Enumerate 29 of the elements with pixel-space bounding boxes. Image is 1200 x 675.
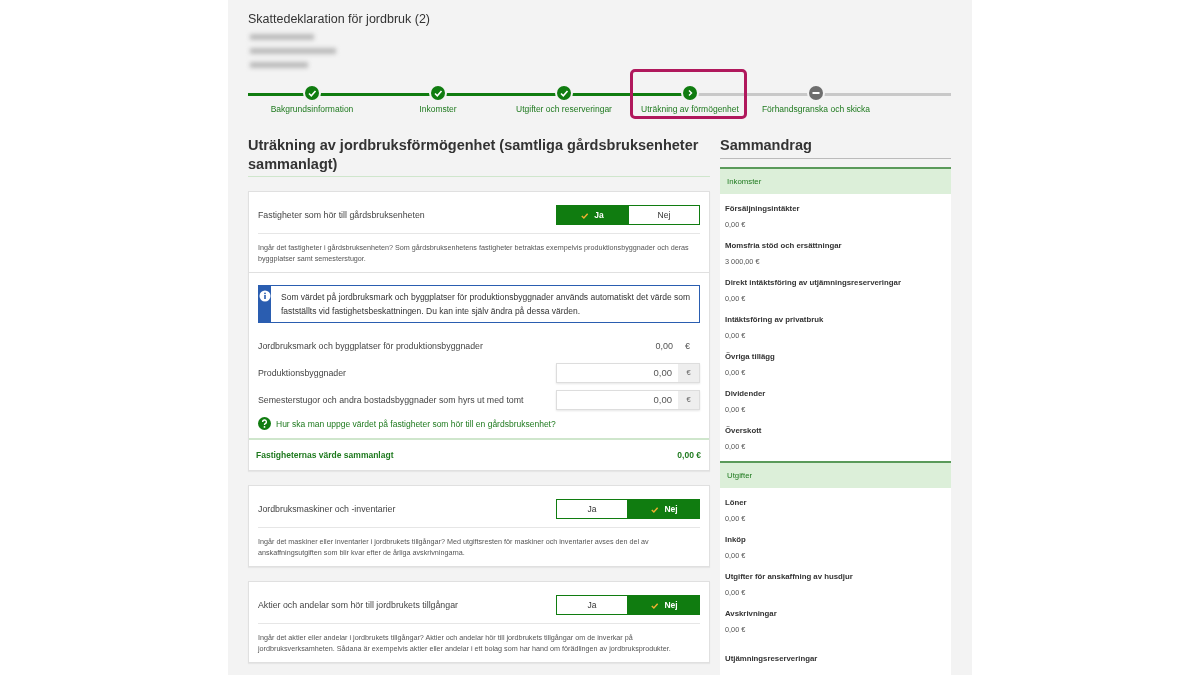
currency-unit: € [685, 340, 690, 351]
toggle-option[interactable]: Ja [556, 205, 628, 225]
info-text: Som värdet på jordbruksmark och byggplatser för produktionsbyggnader används automatiskt det värde som fastställts vid fastighetsbeskattningen. Du kan inte själv ändra på dessa värden. [280, 291, 692, 318]
question-label: Fastigheter som hör till gårdsbruksenheten [258, 210, 425, 220]
total-label: Fastigheternas värde sammanlagt [256, 450, 394, 460]
page-title: Skattedeklaration för jordbruk (2) [248, 12, 431, 26]
field-label: Jordbruksmark och byggplatser för produktionsbyggnader [258, 340, 483, 351]
field-label: Produktionsbyggnader [258, 367, 347, 378]
help-icon [258, 417, 271, 430]
step-label[interactable]: Uträkning av förmögenhet [641, 104, 739, 114]
toggle-option[interactable]: Ja [556, 595, 628, 615]
question-label: Aktier och andelar som hör till jordbrukets tillgångar [258, 600, 458, 610]
blurred-text [250, 34, 314, 40]
step-label[interactable]: Förhandsgranska och skicka [761, 104, 871, 114]
toggle-option[interactable]: Ja [556, 499, 628, 519]
question-label: Jordbruksmaskiner och -inventarier [258, 504, 396, 514]
toggle-option[interactable]: Nej [628, 595, 700, 615]
step-label[interactable]: Bakgrundsinformation [270, 104, 354, 114]
toggle-option[interactable]: Nej [628, 499, 700, 519]
summary-title: Sammandrag [720, 136, 951, 159]
step-label[interactable]: Utgifter och reserveringar [516, 104, 612, 114]
help-link[interactable]: Hur ska man uppge värdet på fastigheter som hör till en gårdsbruksenhet? [276, 418, 556, 429]
section-heading: Uträkning av jordbruksförmögenhet (samtliga gårdsbruksenheter sammanlagt) [248, 136, 710, 177]
field-value: 0,00 [655, 340, 673, 351]
blurred-text [250, 62, 308, 68]
field-label: Semesterstugor och andra bostadsbyggnader som hyrs ut med tomt [258, 394, 524, 405]
total-value: 0,00 € [677, 450, 701, 460]
step-label[interactable]: Inkomster [419, 104, 457, 114]
toggle-option[interactable]: Nej [628, 205, 700, 225]
